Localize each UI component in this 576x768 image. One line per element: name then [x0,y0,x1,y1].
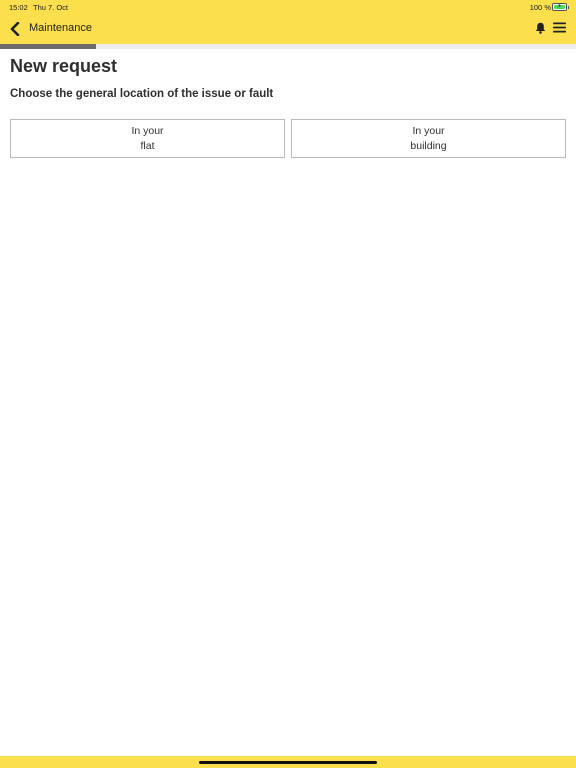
bottom-bar [0,756,576,768]
hamburger-menu-icon [552,22,566,32]
option-label-line1: In your [131,124,164,137]
menu-button[interactable] [551,19,567,35]
app-header: Maintenance [0,14,576,44]
back-button[interactable] [6,20,24,38]
battery-icon: ⚡ [552,3,569,11]
in-your-building-button[interactable]: In your building [291,119,566,158]
progress-bar-fill [0,44,97,49]
option-label-line2: building [410,139,447,152]
in-your-flat-button[interactable]: In your flat [10,119,285,158]
status-bar: 15:02 Thu 7. Oct 100 % ⚡ [0,0,576,14]
page-subtitle: Choose the general location of the issue… [10,88,274,100]
chevron-left-icon [10,22,20,36]
status-date: Thu 7. Oct [33,3,69,12]
page-title: New request [10,56,118,76]
battery-percentage: 100 % [529,3,551,12]
progress-bar [0,44,576,49]
bell-icon [535,22,545,34]
status-time: 15:02 [9,3,28,12]
notifications-button[interactable] [532,20,548,36]
option-label-line1: In your [412,124,445,137]
option-label-line2: flat [140,139,155,152]
page-header-title: Maintenance [29,22,92,34]
home-indicator[interactable] [199,761,377,764]
